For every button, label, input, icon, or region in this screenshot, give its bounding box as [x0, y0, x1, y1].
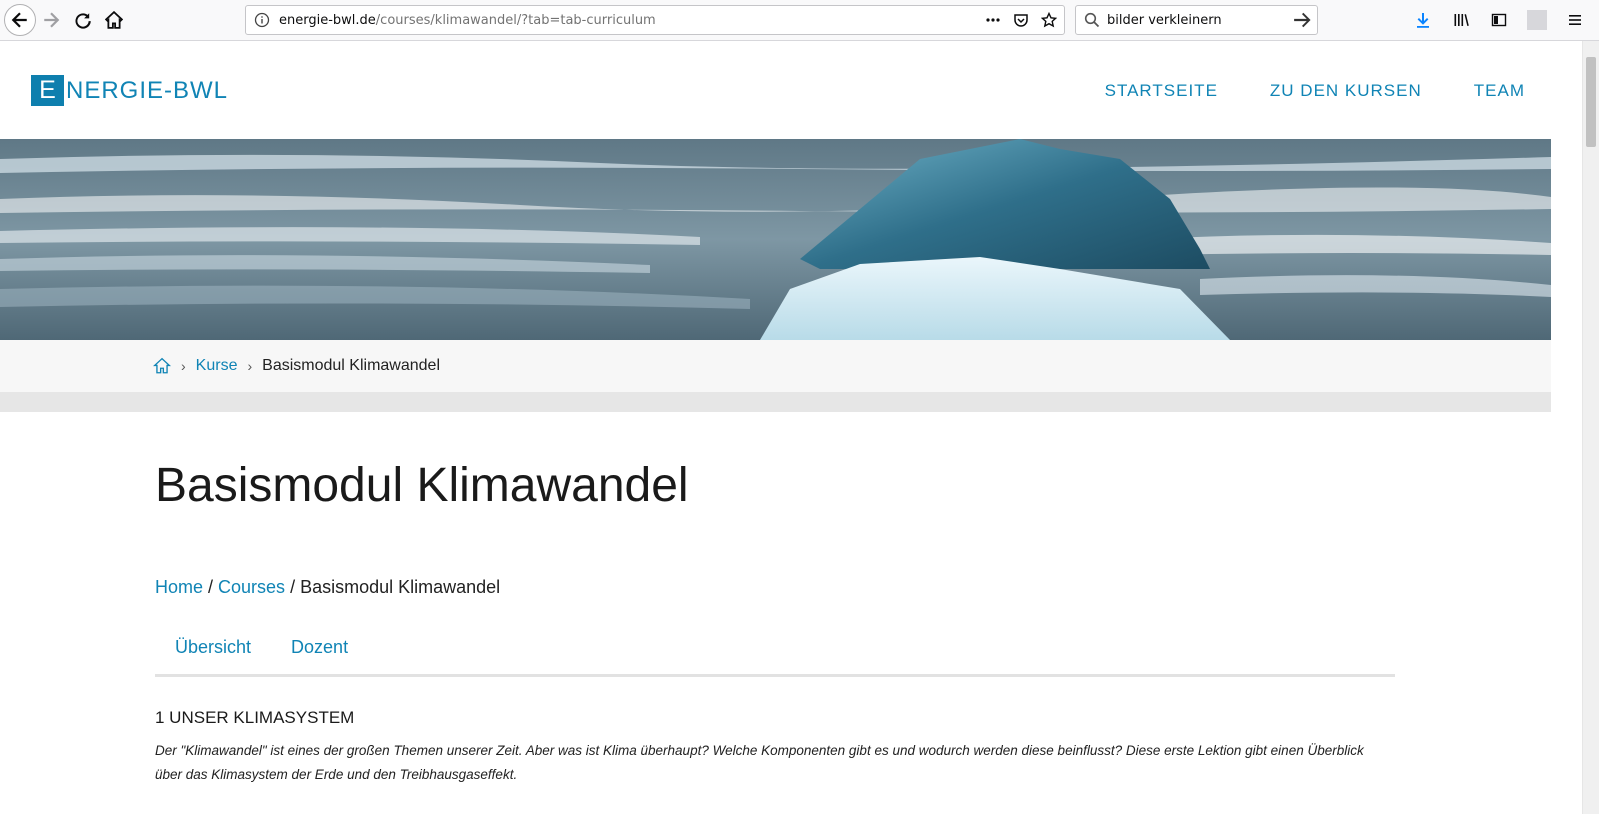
crumb-separator: / [285, 577, 301, 597]
scrollbar-thumb[interactable] [1586, 57, 1596, 147]
section-description: Der "Klimawandel" ist eines der großen T… [155, 743, 1364, 782]
breadcrumb-current: Basismodul Klimawandel [262, 357, 440, 374]
crumb-home-link[interactable]: Home [155, 577, 203, 597]
breadcrumb-kurse[interactable]: Kurse [196, 357, 238, 375]
forward-button[interactable] [36, 5, 66, 35]
breadcrumb: › Kurse › Basismodul Klimawandel [153, 357, 440, 375]
url-host: energie-bwl.de [279, 13, 376, 28]
arrow-right-icon [44, 12, 60, 28]
info-icon[interactable] [254, 12, 270, 28]
search-input[interactable]: bilder verkleinern [1107, 13, 1222, 28]
site-header: E NERGIE-BWL STARTSEITE ZU DEN KURSEN TE… [0, 41, 1582, 139]
page-scrollbar[interactable] [1582, 41, 1599, 814]
content-breadcrumb: Home / Courses / Basismodul Klimawandel [155, 577, 500, 598]
crumb-separator: / [203, 577, 219, 597]
tab-uebersicht[interactable]: Übersicht [155, 624, 271, 674]
breadcrumb-band: › Kurse › Basismodul Klimawandel [0, 340, 1551, 392]
arrow-left-icon [11, 12, 27, 28]
page-title: Basismodul Klimawandel [155, 459, 689, 512]
search-icon [1084, 12, 1100, 28]
reload-icon [75, 13, 91, 29]
nav-startseite[interactable]: STARTSEITE [1105, 81, 1218, 101]
nav-team[interactable]: TEAM [1474, 81, 1525, 101]
bookmark-star-icon[interactable] [1040, 11, 1058, 29]
browser-toolbar: energie-bwl.de/courses/klimawandel/?tab=… [0, 0, 1599, 41]
iceberg-illustration [0, 139, 1551, 340]
home-icon [105, 11, 123, 29]
address-bar[interactable]: energie-bwl.de/courses/klimawandel/?tab=… [245, 5, 1065, 35]
back-button[interactable] [4, 4, 36, 36]
toolbar-separator [1527, 10, 1547, 30]
hero-image [0, 139, 1551, 340]
more-actions-icon[interactable] [984, 11, 1002, 29]
library-icon[interactable] [1451, 10, 1471, 30]
course-tabs: Übersicht Dozent [155, 624, 1395, 677]
reload-button[interactable] [68, 5, 98, 35]
search-bar[interactable]: bilder verkleinern [1075, 5, 1318, 35]
home-button[interactable] [99, 5, 129, 35]
chevron-right-icon: › [247, 358, 253, 374]
chevron-right-icon: › [181, 358, 186, 374]
breadcrumb-home-icon[interactable] [153, 357, 171, 375]
logo-letter: E [31, 75, 64, 106]
sidebar-icon[interactable] [1489, 10, 1509, 30]
logo-text: NERGIE-BWL [66, 76, 229, 104]
pocket-icon[interactable] [1012, 11, 1030, 29]
divider-strip [0, 392, 1551, 412]
site-logo[interactable]: E NERGIE-BWL [31, 75, 228, 106]
url-path: /courses/klimawandel/?tab=tab-curriculum [375, 13, 656, 28]
crumb-current: Basismodul Klimawandel [300, 577, 501, 597]
nav-zu-den-kursen[interactable]: ZU DEN KURSEN [1270, 81, 1422, 101]
search-go-icon[interactable] [1293, 11, 1311, 29]
section-title[interactable]: 1 UNSER KLIMASYSTEM [155, 708, 354, 728]
menu-icon[interactable] [1565, 10, 1585, 30]
url-text[interactable]: energie-bwl.de/courses/klimawandel/?tab=… [279, 13, 656, 28]
tab-dozent[interactable]: Dozent [271, 624, 368, 674]
main-nav: STARTSEITE ZU DEN KURSEN TEAM [1105, 81, 1525, 101]
download-icon[interactable] [1413, 10, 1433, 30]
crumb-courses-link[interactable]: Courses [218, 577, 285, 597]
